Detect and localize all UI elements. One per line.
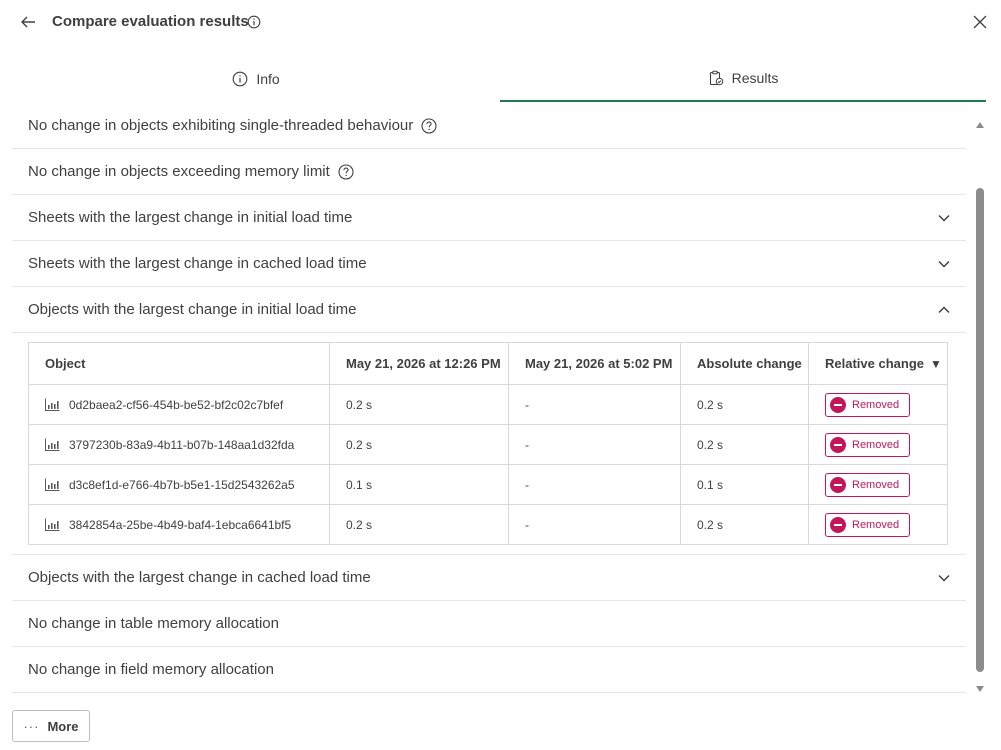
status-badge: Removed xyxy=(825,432,910,457)
object-cell: 0d2baea2-cf56-454b-be52-bf2c02c7bfef xyxy=(28,384,330,425)
chevron-down-icon xyxy=(938,260,950,268)
bar-chart-icon xyxy=(45,518,60,531)
status-badge-label: Removed xyxy=(852,398,900,411)
sort-descending-icon: ▼ xyxy=(930,357,942,371)
column-header-second-eval[interactable]: May 21, 2026 at 5:02 PM xyxy=(508,342,681,385)
column-header-first-eval[interactable]: May 21, 2026 at 12:26 PM xyxy=(329,342,509,385)
tab-info-label: Info xyxy=(256,71,280,87)
section-field-memory: No change in field memory allocation xyxy=(12,647,966,693)
first-eval-cell: 0.1 s xyxy=(329,464,509,505)
status-badge: Removed xyxy=(825,392,910,417)
chevron-up-icon xyxy=(938,306,950,314)
results-list: No change in objects exhibiting single-t… xyxy=(12,103,966,700)
status-badge-label: Removed xyxy=(852,478,900,491)
table-row[interactable]: d3c8ef1d-e766-4b7b-b5e1-15d2543262a5 0.1… xyxy=(28,464,948,505)
relative-change-cell: Removed xyxy=(808,504,948,545)
status-badge-label: Removed xyxy=(852,438,900,451)
scrollbar-thumb[interactable] xyxy=(976,188,984,672)
section-label: Objects with the largest change in initi… xyxy=(28,301,357,318)
column-header-object[interactable]: Object xyxy=(28,342,330,385)
table-header-row: Object May 21, 2026 at 12:26 PM May 21, … xyxy=(28,342,948,385)
object-id: d3c8ef1d-e766-4b7b-b5e1-15d2543262a5 xyxy=(69,477,295,492)
relative-change-cell: Removed xyxy=(808,424,948,465)
absolute-change-cell: 0.1 s xyxy=(680,464,809,505)
section-objects-cached-load[interactable]: Objects with the largest change in cache… xyxy=(12,555,966,601)
bar-chart-icon xyxy=(45,438,60,451)
section-objects-initial-load[interactable]: Objects with the largest change in initi… xyxy=(12,287,966,333)
column-header-relative-change[interactable]: Relative change ▼ xyxy=(808,342,948,385)
help-circle-icon[interactable] xyxy=(338,163,354,180)
status-badge: Removed xyxy=(825,512,910,537)
bar-chart-icon xyxy=(45,478,60,491)
table-row[interactable]: 3797230b-83a9-4b11-b07b-148aa1d32fda 0.2… xyxy=(28,424,948,465)
section-label: Sheets with the largest change in initia… xyxy=(28,209,353,226)
help-circle-icon[interactable] xyxy=(421,117,437,134)
section-label: No change in table memory allocation xyxy=(28,615,279,632)
section-sheets-cached-load[interactable]: Sheets with the largest change in cached… xyxy=(12,241,966,287)
relative-change-cell: Removed xyxy=(808,464,948,505)
page-title: Compare evaluation results xyxy=(52,13,249,30)
tab-info[interactable]: Info xyxy=(12,56,500,102)
remove-circle-icon xyxy=(830,476,846,493)
remove-circle-icon xyxy=(830,396,846,413)
tab-results-label: Results xyxy=(731,70,779,86)
object-cell: 3842854a-25be-4b49-baf4-1ebca6641bf5 xyxy=(28,504,330,545)
vertical-scrollbar[interactable] xyxy=(972,118,988,694)
remove-circle-icon xyxy=(830,436,846,453)
objects-initial-load-table: Object May 21, 2026 at 12:26 PM May 21, … xyxy=(28,342,948,545)
status-badge-label: Removed xyxy=(852,518,900,531)
section-sheets-initial-load[interactable]: Sheets with the largest change in initia… xyxy=(12,195,966,241)
remove-circle-icon xyxy=(830,516,846,533)
object-id: 0d2baea2-cf56-454b-be52-bf2c02c7bfef xyxy=(69,397,284,412)
info-icon[interactable] xyxy=(247,15,261,29)
close-button[interactable] xyxy=(968,10,992,34)
first-eval-cell: 0.2 s xyxy=(329,384,509,425)
object-cell: 3797230b-83a9-4b11-b07b-148aa1d32fda xyxy=(28,424,330,465)
more-button-label: More xyxy=(47,718,79,734)
scroll-up-arrow-icon[interactable] xyxy=(975,120,985,130)
section-label: Objects with the largest change in cache… xyxy=(28,569,371,586)
more-dots-icon: ··· xyxy=(23,718,40,734)
info-icon xyxy=(232,71,248,87)
panel-header: Compare evaluation results xyxy=(0,0,1001,44)
bar-chart-icon xyxy=(45,398,60,411)
second-eval-cell: - xyxy=(508,464,681,505)
absolute-change-cell: 0.2 s xyxy=(680,504,809,545)
objects-initial-load-table-container: Object May 21, 2026 at 12:26 PM May 21, … xyxy=(12,333,966,555)
absolute-change-cell: 0.2 s xyxy=(680,424,809,465)
more-button[interactable]: ··· More xyxy=(12,710,90,742)
back-button[interactable] xyxy=(16,10,40,34)
relative-change-cell: Removed xyxy=(808,384,948,425)
chevron-down-icon xyxy=(938,574,950,582)
close-icon xyxy=(973,15,987,29)
table-row[interactable]: 3842854a-25be-4b49-baf4-1ebca6641bf5 0.2… xyxy=(28,504,948,545)
object-id: 3842854a-25be-4b49-baf4-1ebca6641bf5 xyxy=(69,517,292,532)
chevron-down-icon xyxy=(938,214,950,222)
absolute-change-cell: 0.2 s xyxy=(680,384,809,425)
clipboard-check-icon xyxy=(709,70,723,86)
column-header-absolute-change[interactable]: Absolute change xyxy=(680,342,809,385)
second-eval-cell: - xyxy=(508,424,681,465)
section-single-threaded: No change in objects exhibiting single-t… xyxy=(12,103,966,149)
object-id: 3797230b-83a9-4b11-b07b-148aa1d32fda xyxy=(69,437,295,452)
compare-results-panel: Compare evaluation results Info Results … xyxy=(0,0,1001,750)
tab-bar: Info Results xyxy=(12,56,986,102)
section-label: No change in objects exceeding memory li… xyxy=(28,163,330,180)
scroll-down-arrow-icon[interactable] xyxy=(975,684,985,694)
section-label: No change in objects exhibiting single-t… xyxy=(28,117,414,134)
section-label: No change in field memory allocation xyxy=(28,661,274,678)
section-memory-limit: No change in objects exceeding memory li… xyxy=(12,149,966,195)
table-row[interactable]: 0d2baea2-cf56-454b-be52-bf2c02c7bfef 0.2… xyxy=(28,384,948,425)
status-badge: Removed xyxy=(825,472,910,497)
column-header-label: Relative change xyxy=(825,356,924,371)
second-eval-cell: - xyxy=(508,384,681,425)
tab-results[interactable]: Results xyxy=(500,56,986,102)
section-table-memory: No change in table memory allocation xyxy=(12,601,966,647)
first-eval-cell: 0.2 s xyxy=(329,504,509,545)
object-cell: d3c8ef1d-e766-4b7b-b5e1-15d2543262a5 xyxy=(28,464,330,505)
section-label: Sheets with the largest change in cached… xyxy=(28,255,367,272)
first-eval-cell: 0.2 s xyxy=(329,424,509,465)
second-eval-cell: - xyxy=(508,504,681,545)
arrow-left-icon xyxy=(21,16,35,28)
